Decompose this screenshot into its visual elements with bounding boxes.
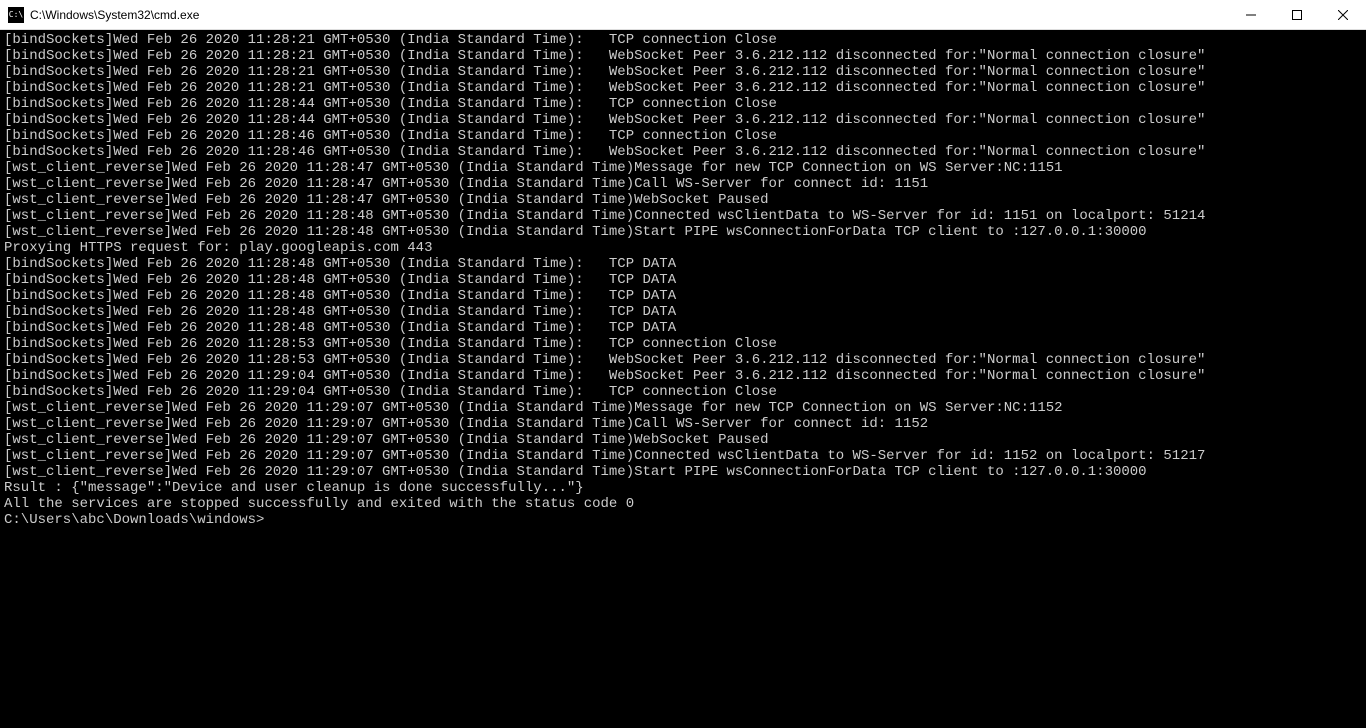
console-line: [bindSockets]Wed Feb 26 2020 11:28:44 GM…: [4, 112, 1362, 128]
console-line: [bindSockets]Wed Feb 26 2020 11:28:48 GM…: [4, 288, 1362, 304]
console-line: [wst_client_reverse]Wed Feb 26 2020 11:2…: [4, 448, 1362, 464]
console-line: [wst_client_reverse]Wed Feb 26 2020 11:2…: [4, 416, 1362, 432]
maximize-button[interactable]: [1274, 0, 1320, 29]
console-line: [bindSockets]Wed Feb 26 2020 11:28:48 GM…: [4, 320, 1362, 336]
console-line: [bindSockets]Wed Feb 26 2020 11:28:21 GM…: [4, 80, 1362, 96]
console-line: [bindSockets]Wed Feb 26 2020 11:28:53 GM…: [4, 336, 1362, 352]
console-line: [wst_client_reverse]Wed Feb 26 2020 11:2…: [4, 464, 1362, 480]
console-line: [wst_client_reverse]Wed Feb 26 2020 11:2…: [4, 432, 1362, 448]
console-line: [wst_client_reverse]Wed Feb 26 2020 11:2…: [4, 224, 1362, 240]
console-line: Proxying HTTPS request for: play.googlea…: [4, 240, 1362, 256]
console-line: Rsult : {"message":"Device and user clea…: [4, 480, 1362, 496]
console-line: [bindSockets]Wed Feb 26 2020 11:28:44 GM…: [4, 96, 1362, 112]
console-line: [bindSockets]Wed Feb 26 2020 11:28:53 GM…: [4, 352, 1362, 368]
console-line: [bindSockets]Wed Feb 26 2020 11:29:04 GM…: [4, 384, 1362, 400]
window-title: C:\Windows\System32\cmd.exe: [30, 8, 1228, 22]
console-line: [bindSockets]Wed Feb 26 2020 11:28:46 GM…: [4, 144, 1362, 160]
cmd-icon: C:\: [8, 7, 24, 23]
cmd-window: C:\ C:\Windows\System32\cmd.exe [bindSoc…: [0, 0, 1366, 728]
close-button[interactable]: [1320, 0, 1366, 29]
console-line: [wst_client_reverse]Wed Feb 26 2020 11:2…: [4, 208, 1362, 224]
console-output[interactable]: [bindSockets]Wed Feb 26 2020 11:28:21 GM…: [0, 30, 1366, 728]
minimize-icon: [1246, 10, 1256, 20]
console-line: [wst_client_reverse]Wed Feb 26 2020 11:2…: [4, 176, 1362, 192]
console-line: All the services are stopped successfull…: [4, 496, 1362, 512]
console-line: [wst_client_reverse]Wed Feb 26 2020 11:2…: [4, 160, 1362, 176]
console-line: [bindSockets]Wed Feb 26 2020 11:28:21 GM…: [4, 32, 1362, 48]
titlebar-controls: [1228, 0, 1366, 29]
close-icon: [1338, 10, 1348, 20]
console-line: [wst_client_reverse]Wed Feb 26 2020 11:2…: [4, 192, 1362, 208]
console-line: [bindSockets]Wed Feb 26 2020 11:28:48 GM…: [4, 272, 1362, 288]
titlebar[interactable]: C:\ C:\Windows\System32\cmd.exe: [0, 0, 1366, 30]
console-line: [bindSockets]Wed Feb 26 2020 11:28:46 GM…: [4, 128, 1362, 144]
console-line: [bindSockets]Wed Feb 26 2020 11:28:21 GM…: [4, 48, 1362, 64]
console-line: [bindSockets]Wed Feb 26 2020 11:29:04 GM…: [4, 368, 1362, 384]
console-line: [bindSockets]Wed Feb 26 2020 11:28:21 GM…: [4, 64, 1362, 80]
console-line: [bindSockets]Wed Feb 26 2020 11:28:48 GM…: [4, 304, 1362, 320]
maximize-icon: [1292, 10, 1302, 20]
console-line: [bindSockets]Wed Feb 26 2020 11:28:48 GM…: [4, 256, 1362, 272]
minimize-button[interactable]: [1228, 0, 1274, 29]
console-prompt[interactable]: C:\Users\abc\Downloads\windows>: [4, 512, 1362, 528]
console-line: [wst_client_reverse]Wed Feb 26 2020 11:2…: [4, 400, 1362, 416]
